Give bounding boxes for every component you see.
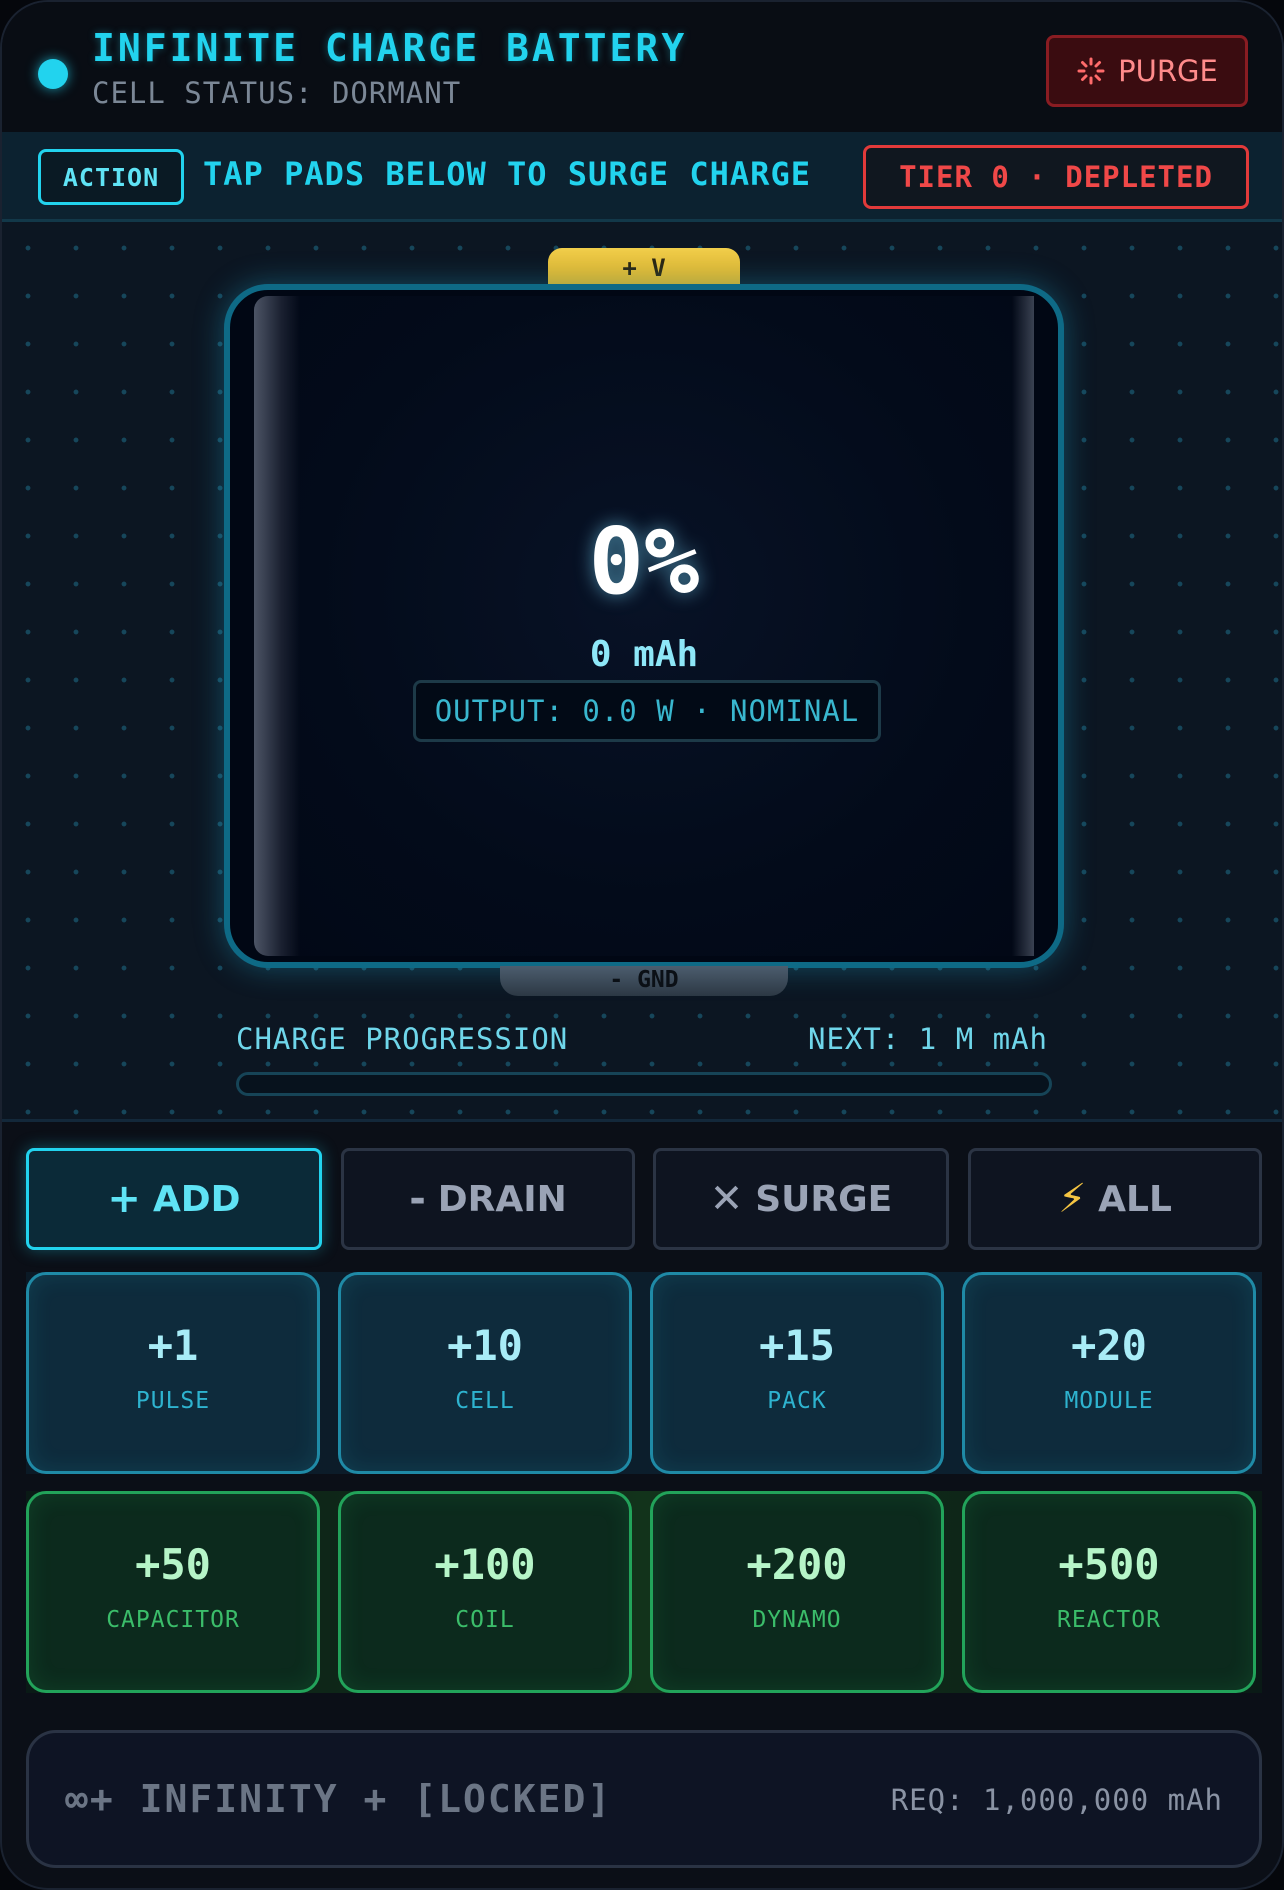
progression-next: NEXT: 1 M mAh — [808, 1022, 1048, 1056]
purge-label: PURGE — [1118, 54, 1218, 88]
battery-sheen-left — [254, 296, 300, 956]
mode-add-button[interactable]: + ADD — [26, 1148, 322, 1250]
pad-reactor[interactable]: +500 REACTOR — [962, 1491, 1256, 1693]
app-window: INFINITE CHARGE BATTERY CELL STATUS: DOR… — [0, 0, 1284, 1890]
action-tag: ACTION — [38, 149, 184, 205]
purge-button[interactable]: PURGE — [1046, 35, 1248, 107]
infinity-requirement: REQ: 1,000,000 mAh — [890, 1783, 1223, 1817]
pad-amount: +500 — [1058, 1539, 1160, 1589]
pad-kind: CELL — [455, 1387, 515, 1414]
mode-label: ADD — [152, 1178, 241, 1220]
battery-core — [254, 296, 1034, 956]
pad-dynamo[interactable]: +200 DYNAMO — [650, 1491, 944, 1693]
mode-drain-button[interactable]: - DRAIN — [341, 1148, 635, 1250]
mode-selector: + ADD - DRAIN ✕ SURGE ⚡ ALL — [26, 1148, 1262, 1250]
battery-sheen-right — [1012, 296, 1034, 956]
negative-terminal: - GND — [500, 966, 788, 996]
app-title: INFINITE CHARGE BATTERY — [92, 26, 688, 70]
charge-pads: +1 PULSE +10 CELL +15 PACK +20 MODULE +5… — [26, 1272, 1262, 1693]
pad-amount: +200 — [746, 1539, 848, 1589]
charge-percent: 0% — [588, 508, 700, 615]
pad-pack[interactable]: +15 PACK — [650, 1272, 944, 1474]
action-bar: ACTION TAP PADS BELOW TO SURGE CHARGE TI… — [2, 132, 1282, 222]
battery-cell[interactable]: 0% 0 mAh OUTPUT: 0.0 W · NOMINAL — [224, 284, 1064, 968]
pad-kind: COIL — [455, 1606, 515, 1633]
action-instruction: TAP PADS BELOW TO SURGE CHARGE — [203, 155, 811, 193]
pad-kind: CAPACITOR — [106, 1606, 240, 1633]
spinner-icon — [1077, 57, 1105, 85]
pad-cell[interactable]: +10 CELL — [338, 1272, 632, 1474]
mode-surge-button[interactable]: ✕ SURGE — [653, 1148, 949, 1250]
output-readout: OUTPUT: 0.0 W · NOMINAL — [413, 680, 881, 742]
pad-pulse[interactable]: +1 PULSE — [26, 1272, 320, 1474]
infinity-upgrade-button[interactable]: ∞+ INFINITY + [LOCKED] REQ: 1,000,000 mA… — [26, 1730, 1262, 1868]
pad-amount: +15 — [759, 1320, 835, 1370]
pad-kind: MODULE — [1064, 1387, 1154, 1414]
battery-stage: + V 0% 0 mAh OUTPUT: 0.0 W · NOMINAL - G… — [2, 222, 1282, 1122]
pad-module[interactable]: +20 MODULE — [962, 1272, 1256, 1474]
progression-label: CHARGE PROGRESSION — [236, 1022, 569, 1056]
mode-label: SURGE — [755, 1178, 893, 1220]
pad-coil[interactable]: +100 COIL — [338, 1491, 632, 1693]
mode-label: ALL — [1098, 1178, 1172, 1220]
pad-row-blue: +1 PULSE +10 CELL +15 PACK +20 MODULE — [26, 1272, 1262, 1474]
cross-icon: ✕ — [709, 1176, 744, 1222]
progression-bar — [236, 1072, 1052, 1096]
pad-amount: +50 — [135, 1539, 211, 1589]
minus-icon: - — [409, 1176, 426, 1222]
header: INFINITE CHARGE BATTERY CELL STATUS: DOR… — [2, 2, 1282, 132]
status-indicator-dot — [38, 59, 68, 89]
cell-status: CELL STATUS: DORMANT — [92, 76, 462, 110]
pad-amount: +100 — [434, 1539, 536, 1589]
pad-kind: PULSE — [135, 1387, 211, 1414]
plus-icon: + — [107, 1176, 141, 1222]
pad-kind: DYNAMO — [752, 1606, 842, 1633]
pad-amount: +10 — [447, 1320, 523, 1370]
pad-kind: REACTOR — [1057, 1606, 1161, 1633]
pad-capacitor[interactable]: +50 CAPACITOR — [26, 1491, 320, 1693]
positive-terminal: + V — [548, 248, 740, 288]
tier-badge: TIER 0 · DEPLETED — [863, 145, 1249, 209]
pad-amount: +1 — [147, 1320, 199, 1370]
pad-amount: +20 — [1071, 1320, 1147, 1370]
infinity-label: ∞+ INFINITY + [LOCKED] — [65, 1777, 613, 1821]
pad-kind: PACK — [767, 1387, 827, 1414]
pad-row-green: +50 CAPACITOR +100 COIL +200 DYNAMO +500… — [26, 1491, 1262, 1693]
charge-mah: 0 mAh — [589, 634, 699, 675]
mode-label: DRAIN — [437, 1178, 567, 1220]
mode-all-button[interactable]: ⚡ ALL — [968, 1148, 1262, 1250]
lightning-icon: ⚡ — [1058, 1176, 1087, 1222]
